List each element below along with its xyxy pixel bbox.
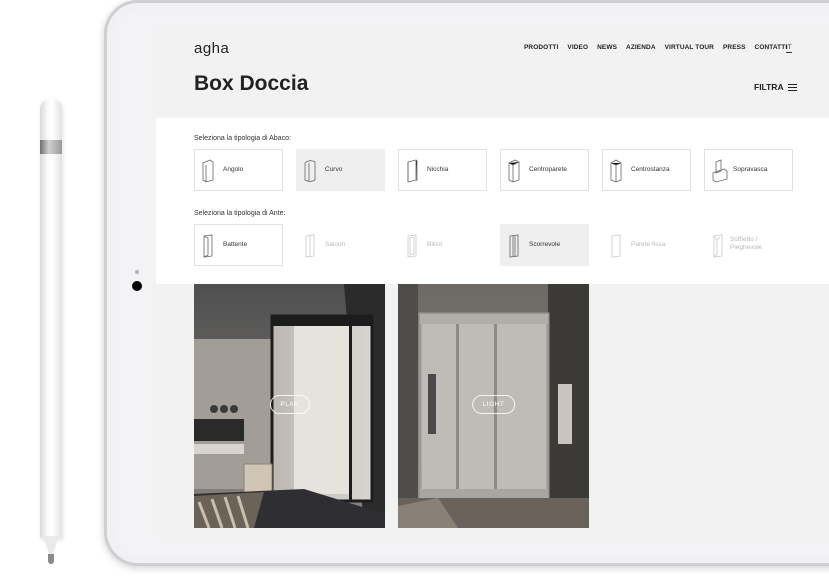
ante-option-label: Parete fissa <box>631 241 666 248</box>
nav-item-video[interactable]: VIDEO <box>567 44 588 51</box>
shower-wall-center-icon <box>508 159 520 183</box>
product-name-badge: PLAY <box>269 395 310 414</box>
ante-option-label: Bilico <box>427 241 443 248</box>
ante-option-scorrevole[interactable]: Scorrevole <box>500 224 589 266</box>
ante-option-soffietto: Soffietto / Pieghevole <box>704 224 793 266</box>
nav-item-prodotti[interactable]: PRODOTTI <box>524 44 558 51</box>
camera-icon <box>135 270 139 274</box>
ante-label: Seleziona la tipologia di Ante: <box>194 210 286 217</box>
abaco-options: Angolo Curvo Nicchia Centroparete Centro… <box>194 149 806 191</box>
site-logo[interactable]: agha <box>194 40 229 57</box>
stylus-pencil <box>40 98 62 570</box>
main-nav: PRODOTTI VIDEO NEWS AZIENDA VIRTUAL TOUR… <box>524 44 796 51</box>
ante-option-label: Soffietto / Pieghevole <box>730 236 763 251</box>
nav-item-news[interactable]: NEWS <box>597 44 617 51</box>
abaco-option-nicchia[interactable]: Nicchia <box>398 149 487 191</box>
shower-curved-icon <box>304 160 316 182</box>
ante-option-label: Saloon <box>325 241 346 248</box>
abaco-option-centroparete[interactable]: Centroparete <box>500 149 589 191</box>
page-header: agha PRODOTTI VIDEO NEWS AZIENDA VIRTUAL… <box>156 28 829 118</box>
hinged-door-icon <box>203 234 213 258</box>
filter-button[interactable]: FILTRA <box>754 82 797 92</box>
abaco-option-label: Centrostanza <box>631 166 670 173</box>
abaco-option-label: Centroparete <box>529 166 567 173</box>
filter-lines-icon <box>787 83 797 91</box>
ante-options: Battente Saloon Bilico Scorrevole Parete… <box>194 224 806 266</box>
nav-item-contatti[interactable]: CONTATTI <box>755 44 788 51</box>
filter-label: FILTRA <box>754 82 784 92</box>
page-title: Box Doccia <box>194 72 309 95</box>
nav-item-press[interactable]: PRESS <box>723 44 746 51</box>
bathtub-screen-icon <box>712 159 728 183</box>
abaco-option-label: Curvo <box>325 166 343 173</box>
saloon-door-icon <box>305 234 315 258</box>
nav-item-azienda[interactable]: AZIENDA <box>626 44 656 51</box>
ante-option-battente[interactable]: Battente <box>194 224 283 266</box>
abaco-option-curvo[interactable]: Curvo <box>296 149 385 191</box>
shower-room-center-icon <box>610 159 622 183</box>
folding-door-icon <box>713 234 723 258</box>
nav-item-virtual-tour[interactable]: VIRTUAL TOUR <box>665 44 714 51</box>
abaco-label: Seleziona la tipologia di Abaco: <box>194 135 291 142</box>
pivot-door-icon <box>407 234 417 258</box>
ante-option-label: Battente <box>223 241 248 248</box>
ante-option-label: Scorrevole <box>529 241 561 248</box>
ante-option-saloon: Saloon <box>296 224 385 266</box>
home-button[interactable] <box>132 281 142 291</box>
abaco-option-angolo[interactable]: Angolo <box>194 149 283 191</box>
language-switcher[interactable]: IT <box>786 44 792 53</box>
abaco-option-sopravasca[interactable]: Sopravasca <box>704 149 793 191</box>
ante-option-bilico: Bilico <box>398 224 487 266</box>
product-gallery: PLAY LIGHT <box>156 284 829 538</box>
product-card-light[interactable]: LIGHT <box>398 284 589 528</box>
shower-niche-icon <box>407 159 418 183</box>
sliding-door-icon <box>509 234 519 258</box>
abaco-option-label: Sopravasca <box>733 166 768 173</box>
ante-option-parete-fissa: Parete fissa <box>602 224 691 266</box>
fixed-panel-icon <box>611 234 621 258</box>
product-card-play[interactable]: PLAY <box>194 284 385 528</box>
product-name-badge: LIGHT <box>471 395 516 414</box>
abaco-option-label: Angolo <box>223 166 244 173</box>
shower-angle-icon <box>202 159 214 183</box>
abaco-option-centrostanza[interactable]: Centrostanza <box>602 149 691 191</box>
filters-panel: Seleziona la tipologia di Abaco: Angolo … <box>156 118 829 284</box>
tablet-screen: agha PRODOTTI VIDEO NEWS AZIENDA VIRTUAL… <box>156 28 829 538</box>
abaco-option-label: Nicchia <box>427 166 449 173</box>
